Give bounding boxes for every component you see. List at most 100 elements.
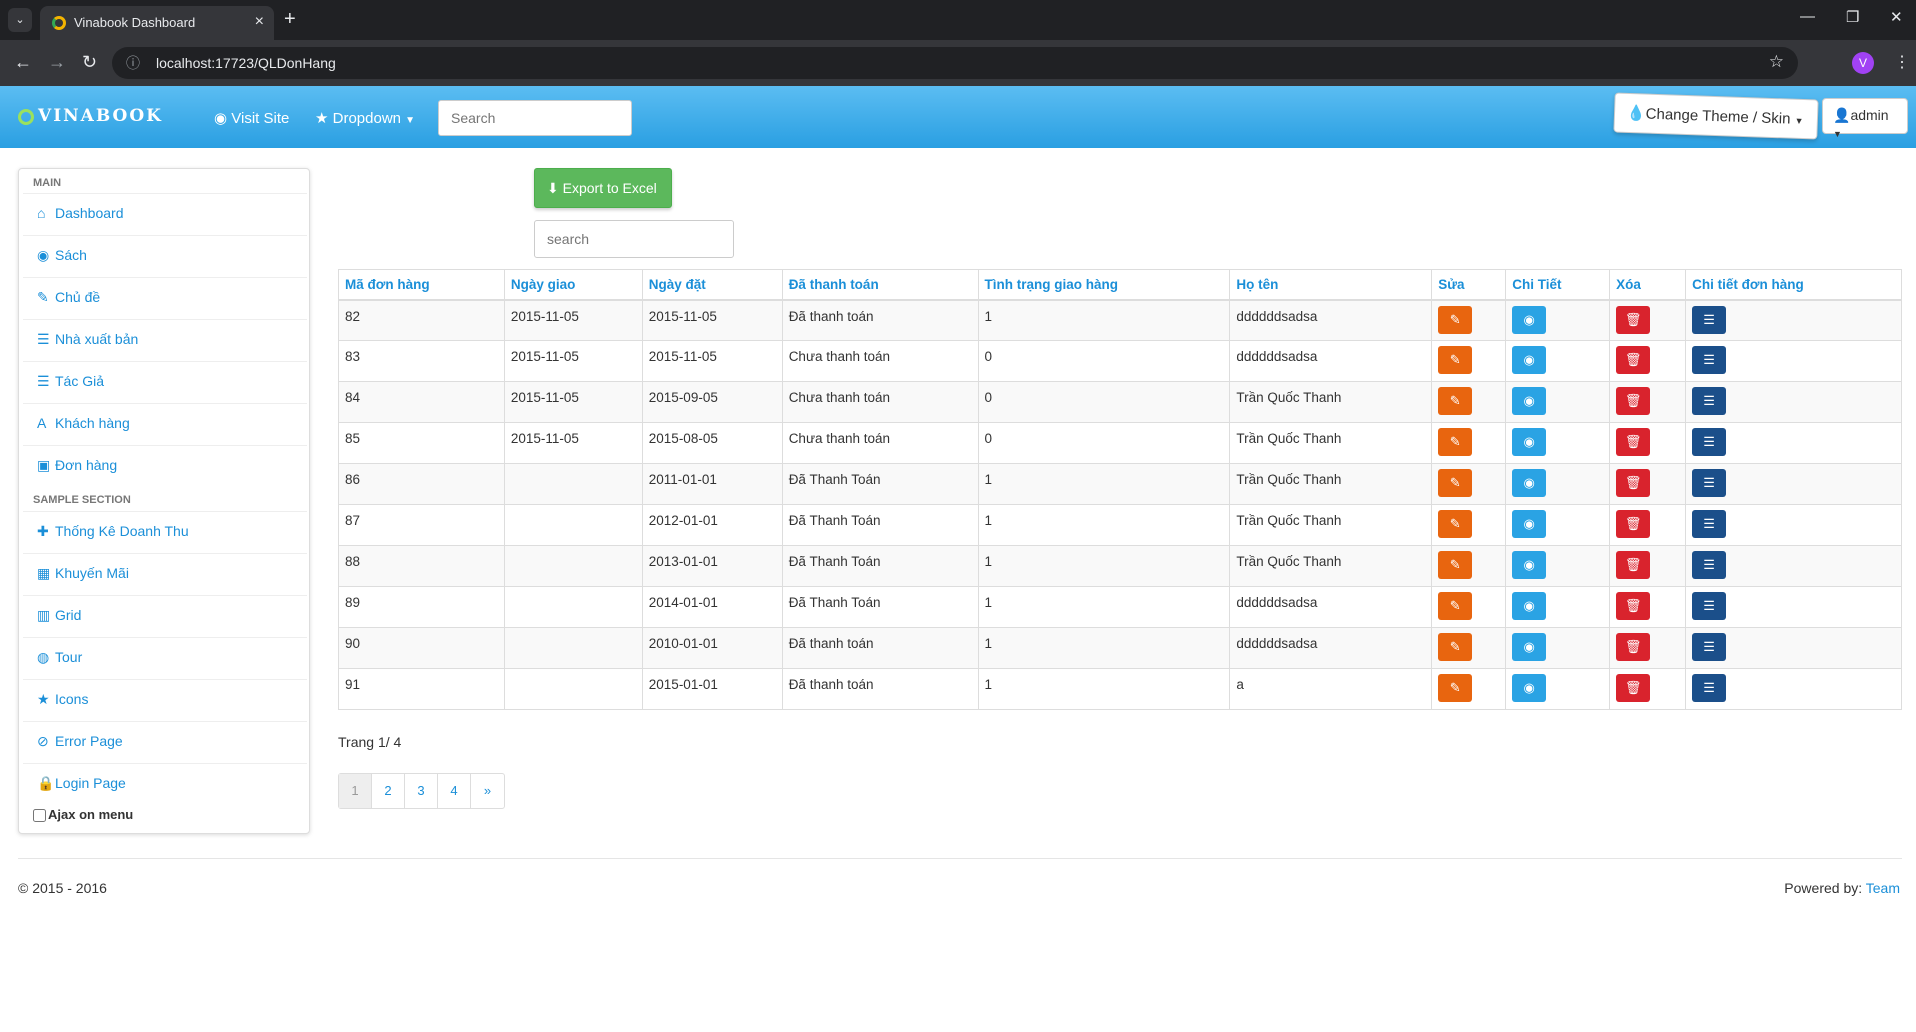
delete-button[interactable]: 🗑	[1616, 387, 1651, 415]
view-detail-button[interactable]: ◉	[1512, 510, 1547, 538]
dropdown-menu[interactable]: ★ Dropdown ▼	[315, 109, 415, 127]
change-theme-button[interactable]: 💧Change Theme / Skin ▼	[1613, 92, 1819, 140]
edit-button[interactable]: ✎	[1438, 592, 1473, 620]
edit-button[interactable]: ✎	[1438, 428, 1473, 456]
sidebar-item-chu-de[interactable]: ✎ Chủ đề	[23, 277, 307, 315]
order-detail-button[interactable]: ☰	[1692, 674, 1727, 702]
table-cell-action: ◉	[1505, 668, 1611, 710]
sidebar-item-nha-xuat-ban[interactable]: ☰ Nhà xuất bản	[23, 319, 307, 357]
column-header[interactable]: Ngày đặt	[641, 269, 783, 301]
sidebar-item-khuyen-mai[interactable]: ▦ Khuyến Mãi	[23, 553, 307, 591]
sidebar-item-error-page[interactable]: ⊘ Error Page	[23, 721, 307, 759]
home-icon: ⌂	[37, 205, 46, 221]
view-detail-button[interactable]: ◉	[1512, 469, 1547, 497]
order-detail-button[interactable]: ☰	[1692, 592, 1727, 620]
order-detail-button[interactable]: ☰	[1692, 551, 1727, 579]
delete-button[interactable]: 🗑	[1616, 305, 1651, 334]
view-detail-button[interactable]: ◉	[1512, 305, 1547, 334]
browser-menu-icon[interactable]: ⋮	[1894, 52, 1910, 72]
forward-icon[interactable]: →	[48, 52, 66, 73]
omnibox[interactable]: ⓘ localhost:17723/QLDonHang ☆	[112, 47, 1798, 79]
order-detail-button[interactable]: ☰	[1692, 469, 1727, 497]
minimize-icon[interactable]: —	[1800, 8, 1815, 25]
sidebar-item-grid[interactable]: ▥ Grid	[23, 595, 307, 633]
sidebar-item-icons[interactable]: ★ Icons	[23, 679, 307, 717]
edit-button[interactable]: ✎	[1438, 551, 1473, 579]
back-icon[interactable]: ←	[14, 52, 32, 73]
delete-button[interactable]: 🗑	[1616, 469, 1651, 497]
page-link-next[interactable]: »	[471, 774, 504, 808]
view-detail-button[interactable]: ◉	[1512, 592, 1547, 620]
reload-icon[interactable]: ↻	[82, 52, 97, 73]
sidebar-item-khach-hang[interactable]: A Khách hàng	[23, 403, 307, 441]
edit-button[interactable]: ✎	[1438, 674, 1473, 702]
edit-button[interactable]: ✎	[1438, 469, 1473, 497]
restore-icon[interactable]: ❐	[1846, 8, 1859, 26]
view-detail-button[interactable]: ◉	[1512, 387, 1547, 415]
tab-search-button[interactable]: ⌄	[8, 8, 32, 32]
sidebar-item-label: Icons	[55, 691, 89, 707]
page-link-2[interactable]: 2	[372, 774, 405, 808]
sidebar-item-dashboard[interactable]: ⌂ Dashboard	[23, 193, 307, 231]
delete-button[interactable]: 🗑	[1616, 551, 1651, 579]
bookmark-star-icon[interactable]: ☆	[1769, 52, 1784, 72]
table-cell-action: ✎	[1431, 586, 1507, 628]
delete-button[interactable]: 🗑	[1616, 346, 1651, 374]
profile-avatar[interactable]: V	[1852, 52, 1874, 74]
table-cell-tinh-trang: 0	[977, 422, 1231, 464]
sidebar-item-sach[interactable]: ◉ Sách	[23, 235, 307, 273]
table-cell-action: ☰	[1685, 504, 1902, 546]
table-cell-tinh-trang: 1	[977, 545, 1231, 587]
page-link-4[interactable]: 4	[438, 774, 471, 808]
delete-button[interactable]: 🗑	[1616, 592, 1651, 620]
table-search-input[interactable]	[534, 220, 734, 258]
edit-button[interactable]: ✎	[1438, 387, 1473, 415]
team-link[interactable]: Team	[1866, 880, 1900, 896]
table-cell-id: 89	[338, 586, 505, 628]
view-detail-button[interactable]: ◉	[1512, 346, 1547, 374]
edit-button[interactable]: ✎	[1438, 510, 1473, 538]
visit-site-label: Visit Site	[231, 110, 290, 127]
sidebar-item-tac-gia[interactable]: ☰ Tác Giả	[23, 361, 307, 399]
edit-button[interactable]: ✎	[1438, 346, 1473, 374]
ajax-checkbox[interactable]	[33, 809, 46, 823]
edit-button[interactable]: ✎	[1438, 633, 1473, 661]
order-detail-button[interactable]: ☰	[1692, 510, 1727, 538]
navbar-search-input[interactable]	[438, 100, 632, 136]
view-detail-button[interactable]: ◉	[1512, 428, 1547, 456]
sidebar-item-login-page[interactable]: 🔒Login Page	[23, 763, 307, 801]
page-link-1[interactable]: 1	[339, 774, 372, 808]
ajax-menu-toggle[interactable]: Ajax on menu	[33, 807, 133, 823]
view-detail-button[interactable]: ◉	[1512, 633, 1547, 661]
delete-button[interactable]: 🗑	[1616, 674, 1651, 702]
user-menu-button[interactable]: 👤admin ▼	[1822, 98, 1908, 139]
column-header[interactable]: Đã thanh toán	[781, 269, 979, 301]
site-info-icon[interactable]: ⓘ	[126, 53, 140, 73]
column-header[interactable]: Ngày giao	[503, 269, 643, 301]
order-detail-button[interactable]: ☰	[1692, 346, 1727, 374]
order-detail-button[interactable]: ☰	[1692, 428, 1727, 456]
window-close-icon[interactable]: ✕	[1890, 8, 1903, 26]
browser-tab[interactable]: Vinabook Dashboard ×	[40, 6, 274, 40]
brand-logo[interactable]: VINABOOK	[18, 106, 163, 126]
column-header[interactable]: Mã đơn hàng	[338, 269, 505, 301]
view-detail-button[interactable]: ◉	[1512, 674, 1547, 702]
edit-button[interactable]: ✎	[1438, 305, 1473, 334]
order-detail-button[interactable]: ☰	[1692, 387, 1727, 415]
delete-button[interactable]: 🗑	[1616, 633, 1651, 661]
close-tab-icon[interactable]: ×	[255, 13, 264, 31]
sidebar-item-tour[interactable]: ◍ Tour	[23, 637, 307, 675]
order-detail-button[interactable]: ☰	[1692, 633, 1727, 661]
visit-site-link[interactable]: ◉ Visit Site	[214, 109, 289, 127]
sidebar-item-thong-ke[interactable]: ✚ Thống Kê Doanh Thu	[23, 511, 307, 549]
new-tab-icon[interactable]: +	[284, 8, 296, 31]
delete-button[interactable]: 🗑	[1616, 510, 1651, 538]
column-header[interactable]: Tình trạng giao hàng	[977, 269, 1231, 301]
delete-button[interactable]: 🗑	[1616, 428, 1651, 456]
export-excel-button[interactable]: ⬇ Export to Excel	[534, 168, 672, 208]
view-detail-button[interactable]: ◉	[1512, 551, 1547, 579]
column-header[interactable]: Họ tên	[1229, 269, 1433, 301]
sidebar-item-don-hang[interactable]: ▣ Đơn hàng	[23, 445, 307, 483]
order-detail-button[interactable]: ☰	[1692, 305, 1727, 334]
page-link-3[interactable]: 3	[405, 774, 438, 808]
